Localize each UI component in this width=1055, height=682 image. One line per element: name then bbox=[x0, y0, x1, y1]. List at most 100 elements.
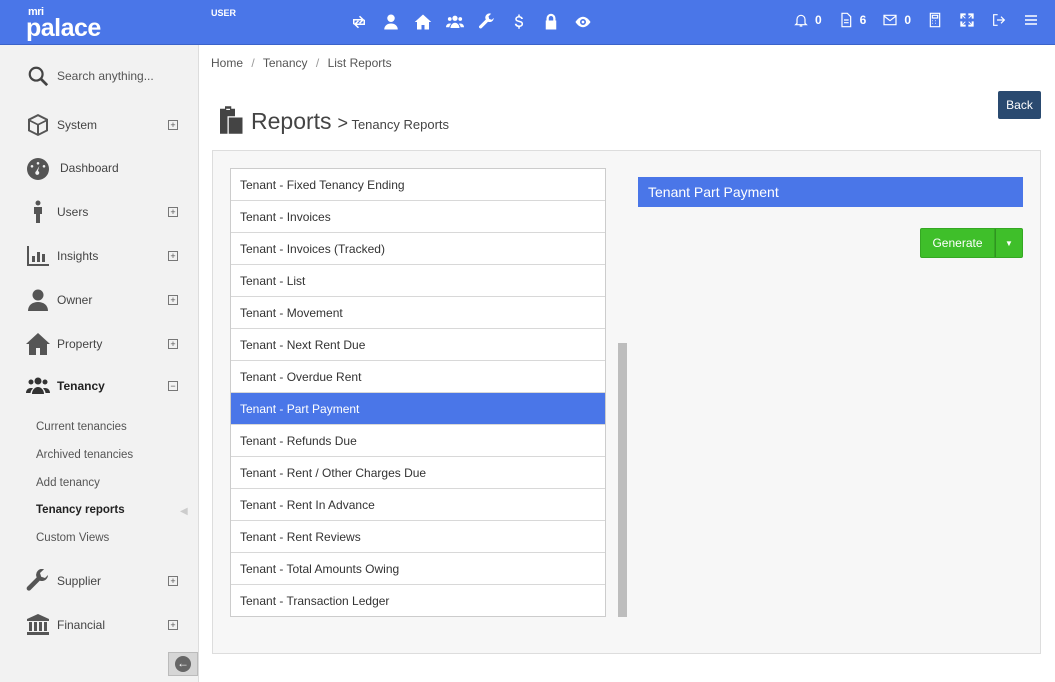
expand-icon[interactable]: + bbox=[168, 207, 178, 217]
wrench-icon bbox=[26, 568, 52, 594]
mail-icon bbox=[883, 14, 897, 26]
expand-icon[interactable]: + bbox=[168, 339, 178, 349]
lock-icon[interactable] bbox=[540, 12, 562, 32]
sidebar-item-tenancy[interactable]: Tenancy − bbox=[26, 373, 186, 399]
notifications-count: 0 bbox=[814, 13, 822, 27]
report-list-item[interactable]: Tenant - Next Rent Due bbox=[231, 329, 605, 361]
breadcrumb-current: List Reports bbox=[327, 56, 392, 70]
fullscreen-button[interactable] bbox=[959, 12, 975, 28]
sidebar-item-label: Supplier bbox=[57, 574, 102, 588]
report-list-item[interactable]: Tenant - Rent In Advance bbox=[231, 489, 605, 521]
report-list: Tenant - Fixed Tenancy Ending Tenant - I… bbox=[230, 168, 606, 617]
report-list-item[interactable]: Tenant - Invoices (Tracked) bbox=[231, 233, 605, 265]
report-list-item[interactable]: Tenant - Rent / Other Charges Due bbox=[231, 457, 605, 489]
subtitle-text: Tenancy Reports bbox=[351, 117, 450, 132]
selected-report-header: Tenant Part Payment bbox=[638, 177, 1023, 207]
expand-icon[interactable]: + bbox=[168, 576, 178, 586]
sidebar-item-supplier[interactable]: Supplier + bbox=[26, 568, 186, 594]
logout-button[interactable] bbox=[991, 12, 1007, 28]
report-list-item-selected[interactable]: Tenant - Part Payment bbox=[231, 393, 605, 425]
sidebar-sub-add-tenancy[interactable]: Add tenancy bbox=[36, 477, 100, 489]
calculator-icon bbox=[929, 12, 941, 28]
document-icon bbox=[841, 12, 851, 28]
generate-dropdown-toggle[interactable]: ▼ bbox=[995, 228, 1023, 258]
menu-button[interactable] bbox=[1023, 12, 1039, 28]
report-list-item[interactable]: Tenant - Transaction Ledger bbox=[231, 585, 605, 617]
report-list-item[interactable]: Tenant - Total Amounts Owing bbox=[231, 553, 605, 585]
breadcrumb-separator: / bbox=[251, 56, 255, 70]
user-label: USER bbox=[211, 8, 237, 18]
expand-icon[interactable]: + bbox=[168, 620, 178, 630]
sidebar-item-insights[interactable]: Insights + bbox=[26, 243, 186, 269]
expand-icon[interactable]: + bbox=[168, 251, 178, 261]
sidebar-item-system[interactable]: System + bbox=[26, 112, 186, 138]
documents-button[interactable]: 6 bbox=[838, 12, 867, 28]
sidebar: Search anything... System + Dashboard Us… bbox=[0, 45, 199, 682]
report-list-item[interactable]: Tenant - List bbox=[231, 265, 605, 297]
sidebar-sub-tenancy-reports[interactable]: Tenancy reports bbox=[36, 504, 125, 516]
report-list-item[interactable]: Tenant - Overdue Rent bbox=[231, 361, 605, 393]
clipboard-icon bbox=[220, 106, 243, 134]
subtitle-arrow: > bbox=[337, 113, 349, 133]
cube-icon bbox=[26, 112, 52, 138]
sidebar-item-label: System bbox=[57, 118, 98, 132]
calculator-button[interactable] bbox=[927, 12, 943, 28]
sidebar-item-label: Users bbox=[57, 205, 89, 219]
sidebar-item-financial[interactable]: Financial + bbox=[26, 612, 186, 638]
eye-icon[interactable] bbox=[572, 12, 594, 32]
home-icon[interactable] bbox=[412, 12, 434, 32]
expand-icon[interactable]: + bbox=[168, 120, 178, 130]
hamburger-icon bbox=[1025, 15, 1037, 25]
arrow-left-icon: ← bbox=[175, 656, 191, 672]
bar-chart-icon bbox=[26, 243, 52, 269]
gauge-icon bbox=[26, 155, 52, 181]
sidebar-collapse-button[interactable]: ← bbox=[168, 652, 198, 676]
sidebar-item-property[interactable]: Property + bbox=[26, 331, 186, 357]
dollar-icon[interactable] bbox=[508, 12, 530, 32]
sidebar-sub-archived-tenancies[interactable]: Archived tenancies bbox=[36, 449, 133, 461]
sidebar-item-label: Owner bbox=[57, 293, 93, 307]
bank-icon bbox=[26, 612, 52, 638]
sidebar-item-label: Insights bbox=[57, 249, 99, 263]
sidebar-item-dashboard[interactable]: Dashboard bbox=[26, 155, 186, 181]
sidebar-search[interactable]: Search anything... bbox=[27, 65, 154, 87]
group-icon[interactable] bbox=[444, 12, 466, 32]
logout-icon bbox=[993, 14, 1006, 26]
report-list-item[interactable]: Tenant - Fixed Tenancy Ending bbox=[231, 169, 605, 201]
expand-icon[interactable]: + bbox=[168, 295, 178, 305]
report-list-item[interactable]: Tenant - Invoices bbox=[231, 201, 605, 233]
report-list-item[interactable]: Tenant - Movement bbox=[231, 297, 605, 329]
right-icon-bar: 0 6 0 bbox=[777, 12, 1039, 28]
report-list-scrollbar[interactable] bbox=[618, 343, 627, 617]
sidebar-item-label: Tenancy bbox=[57, 379, 105, 393]
notifications-button[interactable]: 0 bbox=[793, 12, 822, 28]
person-icon[interactable] bbox=[380, 12, 402, 32]
generate-button[interactable]: Generate bbox=[920, 228, 995, 258]
generate-button-group: Generate ▼ bbox=[920, 228, 1023, 258]
back-button[interactable]: Back bbox=[998, 91, 1041, 119]
breadcrumb: Home / Tenancy / List Reports bbox=[211, 56, 397, 70]
mail-button[interactable]: 0 bbox=[882, 12, 911, 28]
collapse-icon[interactable]: − bbox=[168, 381, 178, 391]
home-icon bbox=[26, 331, 52, 357]
sidebar-sub-current-tenancies[interactable]: Current tenancies bbox=[36, 421, 127, 433]
sidebar-item-users[interactable]: Users + bbox=[26, 199, 186, 225]
mri-palace-logo[interactable]: mri palace bbox=[26, 6, 106, 42]
breadcrumb-home[interactable]: Home bbox=[211, 56, 243, 70]
page-title-text: Reports bbox=[251, 108, 332, 134]
wrench-icon[interactable] bbox=[476, 12, 498, 32]
top-bar: mri palace USER 0 6 0 bbox=[0, 0, 1055, 45]
search-placeholder: Search anything... bbox=[57, 69, 154, 83]
report-list-item[interactable]: Tenant - Rent Reviews bbox=[231, 521, 605, 553]
breadcrumb-tenancy[interactable]: Tenancy bbox=[263, 56, 308, 70]
active-chevron-icon: ◀ bbox=[180, 506, 188, 517]
documents-count: 6 bbox=[859, 13, 867, 27]
mail-count: 0 bbox=[904, 13, 911, 27]
report-list-item[interactable]: Tenant - Refunds Due bbox=[231, 425, 605, 457]
sidebar-item-owner[interactable]: Owner + bbox=[26, 287, 186, 313]
sync-icon[interactable] bbox=[348, 12, 370, 32]
search-icon bbox=[28, 66, 49, 87]
page-subtitle: > Tenancy Reports bbox=[338, 113, 449, 134]
sidebar-sub-custom-views[interactable]: Custom Views bbox=[36, 532, 109, 544]
breadcrumb-separator: / bbox=[315, 56, 320, 70]
